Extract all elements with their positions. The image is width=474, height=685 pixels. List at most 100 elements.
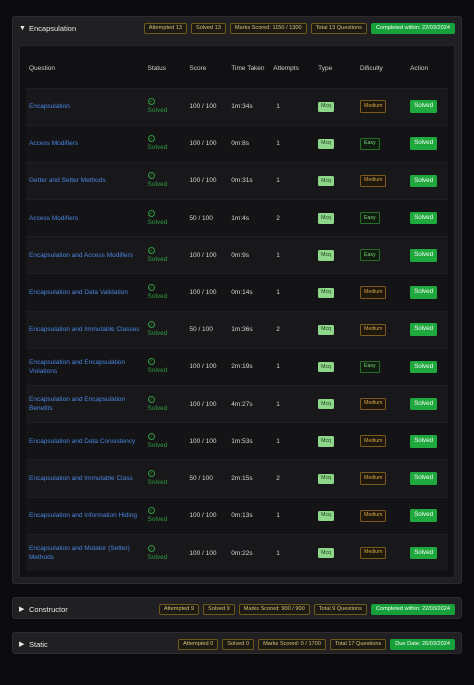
type-cell: Mcq: [315, 422, 358, 460]
attempts-cell: 1: [270, 496, 316, 535]
solved-button[interactable]: Solved: [410, 434, 438, 448]
solved-button[interactable]: Solved: [410, 472, 438, 485]
attempts-cell: 1: [270, 161, 316, 200]
section-constructor: ▶ Constructor Attempted 9 Solved 9 Marks…: [12, 597, 462, 619]
action-cell: Solved: [407, 161, 448, 200]
check-circle-icon: ✓: [147, 98, 155, 106]
status-cell: ✓ Solved: [144, 236, 187, 274]
caret-right-icon: ▶: [19, 606, 25, 613]
score-cell: 100 / 100: [186, 533, 229, 572]
question-link[interactable]: Encapsulation and Data Validation: [29, 289, 128, 296]
section-header-encapsulation[interactable]: ▼ Encapsulation Attempted 13 Solved 13 M…: [13, 17, 461, 39]
question-link[interactable]: Encapsulation and Immutable Classes: [29, 326, 140, 333]
attempted-badge: Attempted 0: [178, 638, 219, 650]
question-link[interactable]: Getter and Setter Methods: [29, 177, 106, 184]
table-row: Encapsulation and Immutable Classes ✓ Solv…: [26, 310, 448, 349]
question-link[interactable]: Encapsulation and Data Consistency: [29, 438, 135, 445]
question-cell: Encapsulation and Mutator (Setter) Metho…: [26, 533, 145, 572]
question-link[interactable]: Encapsulation: [29, 103, 70, 110]
attempts-cell: 1: [270, 87, 316, 126]
solved-button[interactable]: Solved: [410, 286, 438, 299]
question-cell: Encapsulation and Encapsulation Violatio…: [26, 347, 145, 386]
question-link[interactable]: Encapsulation and Information Hiding: [29, 512, 137, 519]
table-row: Encapsulation and Encapsulation Benefits…: [26, 384, 448, 423]
solved-button[interactable]: Solved: [410, 509, 438, 522]
solved-button[interactable]: Solved: [410, 174, 438, 188]
time-taken-cell: 1m:4s: [228, 199, 271, 237]
check-circle-icon: ✓: [147, 209, 155, 217]
status-cell: ✓ Solved: [144, 87, 187, 126]
check-circle-icon: ✓: [147, 246, 155, 254]
question-link[interactable]: Encapsulation and Immutable Class: [29, 475, 133, 482]
solved-button[interactable]: Solved: [410, 546, 438, 560]
col-time-taken-header: Time Taken: [231, 65, 265, 73]
difficulty-badge: Easy: [360, 137, 380, 150]
question-link[interactable]: Encapsulation and Encapsulation Benefits: [29, 396, 125, 412]
action-cell: Solved: [407, 310, 448, 349]
status-cell: ✓ Solved: [144, 199, 187, 237]
solved-badge: Solved 13: [191, 22, 226, 34]
caret-down-icon: ▼: [19, 24, 26, 32]
time-taken-cell: 2m:19s: [228, 347, 271, 386]
score-cell: 50 / 100: [186, 459, 229, 498]
difficulty-cell: Easy: [357, 124, 408, 163]
check-circle-icon: ✓: [147, 469, 155, 477]
question-link[interactable]: Encapsulation and Encapsulation Violatio…: [29, 359, 125, 375]
check-circle-icon: ✓: [147, 432, 155, 440]
type-badge: Mcq: [318, 213, 334, 224]
status-cell: ✓ Solved: [144, 310, 187, 349]
table-row: Getter and Setter Methods ✓ Solved 100 / 10…: [26, 161, 448, 200]
attempts-cell: 1: [270, 273, 316, 312]
score-cell: 100 / 100: [186, 124, 229, 163]
status-text: Solved: [147, 218, 168, 226]
difficulty-badge: Medium: [360, 435, 387, 448]
status-cell: ✓ Solved: [144, 161, 187, 200]
type-badge: Mcq: [318, 362, 334, 373]
due-date-badge: Due Date: 26/03/2024: [390, 638, 455, 650]
solved-button[interactable]: Solved: [410, 211, 438, 225]
question-link[interactable]: Encapsulation and Mutator (Setter) Metho…: [29, 545, 130, 561]
status-text: Solved: [147, 516, 168, 524]
difficulty-badge: Medium: [360, 472, 387, 485]
time-taken-cell: 1m:34s: [228, 87, 271, 126]
col-score-header: Score: [189, 65, 207, 73]
action-cell: Solved: [407, 124, 448, 163]
time-taken-cell: 0m:9s: [228, 236, 271, 274]
solved-button[interactable]: Solved: [410, 100, 438, 113]
question-cell: Encapsulation and Information Hiding: [26, 496, 145, 535]
total-badge: Total 13 Questions: [310, 22, 367, 34]
question-link[interactable]: Encapsulation and Access Modifiers: [29, 252, 133, 259]
solved-button[interactable]: Solved: [410, 397, 438, 411]
question-link[interactable]: Access Modifiers: [29, 140, 78, 147]
section-header-constructor[interactable]: ▶ Constructor Attempted 9 Solved 9 Marks…: [13, 598, 461, 620]
question-cell: Getter and Setter Methods: [26, 161, 145, 200]
solved-button[interactable]: Solved: [410, 137, 438, 151]
difficulty-badge: Medium: [360, 174, 387, 188]
time-taken-cell: 0m:14s: [228, 273, 271, 312]
type-badge: Mcq: [318, 287, 334, 298]
section-badges: Attempted 9 Solved 9 Marks Scored: 900 /…: [158, 603, 455, 615]
question-cell: Encapsulation and Access Modifiers: [26, 236, 145, 274]
status-cell: ✓ Solved: [144, 124, 187, 163]
type-badge: Mcq: [318, 510, 334, 522]
score-cell: 100 / 100: [186, 273, 229, 312]
status-text: Solved: [147, 330, 168, 338]
time-taken-cell: 4m:27s: [228, 384, 271, 423]
status-text: Solved: [147, 441, 168, 449]
solved-button[interactable]: Solved: [410, 323, 438, 337]
section-header-static[interactable]: ▶ Static Attempted 0 Solved 0 Marks Scor…: [13, 633, 461, 655]
type-cell: Mcq: [315, 496, 358, 535]
difficulty-badge: Easy: [360, 249, 380, 262]
difficulty-cell: Easy: [357, 236, 408, 274]
attempted-badge: Attempted 13: [143, 22, 187, 34]
solved-button[interactable]: Solved: [410, 360, 438, 374]
type-badge: Mcq: [318, 436, 334, 447]
status-text: Solved: [147, 292, 168, 300]
question-link[interactable]: Access Modifiers: [29, 215, 78, 222]
col-difficulty-header: Dificulty: [360, 65, 383, 73]
solved-button[interactable]: Solved: [410, 249, 438, 262]
difficulty-cell: Medium: [357, 384, 408, 423]
difficulty-cell: Medium: [357, 422, 408, 460]
type-cell: Mcq: [315, 533, 358, 572]
difficulty-badge: Medium: [360, 286, 387, 299]
